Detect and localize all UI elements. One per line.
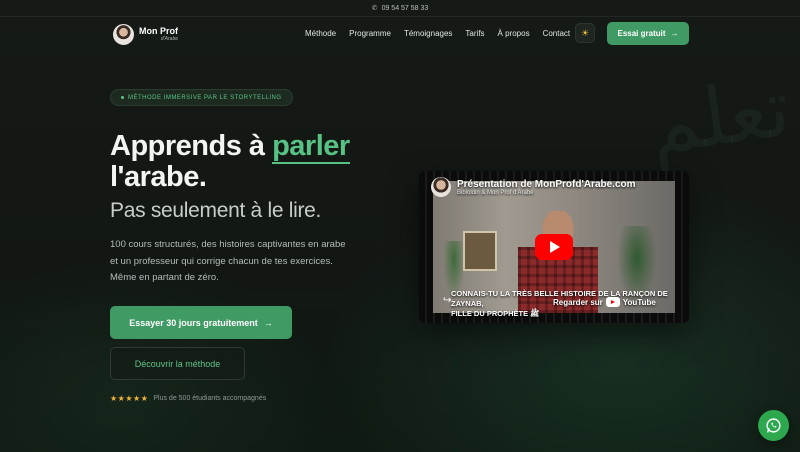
badge-label: MÉTHODE IMMERSIVE PAR LE STORYTELLING — [128, 94, 282, 101]
hero-title-part1: Apprends à — [110, 130, 273, 162]
hero-subtitle: Pas seulement à le lire. — [110, 199, 322, 222]
nav-item-a-propos[interactable]: À propos — [498, 29, 530, 38]
nav-item-methode[interactable]: Méthode — [305, 29, 336, 38]
thumbnail-shelf — [463, 231, 497, 271]
brand-avatar — [113, 24, 134, 45]
rating: ★★★★★ Plus de 500 étudiants accompagnés — [110, 394, 266, 403]
nav-item-tarifs[interactable]: Tarifs — [465, 29, 484, 38]
hero-title: Apprends à parler l'arabe. — [110, 130, 350, 193]
nav-menu: Méthode Programme Témoignages Tarifs À p… — [305, 29, 583, 38]
desc-line-2: et un professeur qui corrige chacun de t… — [110, 255, 333, 267]
brand-name: Mon Prof — [139, 26, 178, 36]
hero-title-accent: parler — [272, 130, 350, 164]
nav-item-temoignages[interactable]: Témoignages — [404, 29, 452, 38]
sun-icon: ☀ — [580, 27, 590, 38]
watch-on-youtube-button[interactable]: Regarder sur YouTube — [553, 297, 656, 307]
discover-method-button[interactable]: Découvrir la méthode — [110, 347, 245, 380]
start-trial-button[interactable]: Essayer 30 jours gratuitement → — [110, 306, 292, 339]
method-badge: MÉTHODE IMMERSIVE PAR LE STORYTELLING — [110, 89, 293, 106]
top-contact-bar: ✆ 09 54 57 58 33 — [0, 0, 800, 17]
arrow-right-icon: → — [263, 317, 273, 328]
video-player[interactable]: Présentation de MonProfd'Arabe.com Biblo… — [419, 171, 689, 323]
free-trial-button[interactable]: Essai gratuit → — [607, 22, 689, 45]
channel-avatar[interactable] — [431, 177, 451, 197]
calligraphy-decoration: ﺗﻌﻠﻢ — [643, 60, 796, 173]
arrow-right-icon: → — [670, 29, 679, 38]
share-icon[interactable]: ↪ — [443, 295, 451, 306]
play-icon — [550, 241, 560, 253]
whatsapp-icon — [766, 418, 781, 433]
desc-line-3: Même en partant de zéro. — [110, 272, 219, 283]
start-trial-label: Essayer 30 jours gratuitement — [129, 317, 258, 328]
nav-item-programme[interactable]: Programme — [349, 29, 391, 38]
star-rating-icon: ★★★★★ — [110, 394, 149, 403]
brand-subtitle: d'Arabe — [160, 36, 178, 42]
youtube-wordmark: YouTube — [622, 297, 656, 307]
main-navigation: Mon Prof d'Arabe Méthode Programme Témoi… — [0, 17, 800, 53]
hero-description: 100 cours structurés, des histoires capt… — [110, 237, 380, 287]
video-channel: Bibloldin & Mon Prof d'Arabe — [457, 189, 534, 196]
free-trial-label: Essai gratuit — [617, 29, 666, 38]
discover-method-label: Découvrir la méthode — [134, 358, 221, 369]
rating-text: Plus de 500 étudiants accompagnés — [153, 395, 267, 402]
badge-dot-icon — [121, 96, 124, 99]
theme-toggle-button[interactable]: ☀ — [575, 23, 595, 43]
nav-item-contact[interactable]: Contact — [543, 29, 571, 38]
watch-on-label: Regarder sur — [553, 297, 603, 307]
hero-title-part2: l'arabe. — [110, 161, 207, 193]
youtube-icon — [605, 297, 620, 307]
video-title[interactable]: Présentation de MonProfd'Arabe.com — [457, 179, 636, 190]
whatsapp-chat-button[interactable] — [758, 410, 789, 441]
caption-line-2: FILLE DU PROPHÈTE ﷺ — [451, 309, 540, 318]
brand-logo[interactable]: Mon Prof d'Arabe — [113, 24, 178, 45]
phone-icon: ✆ — [371, 5, 378, 12]
play-button[interactable] — [535, 234, 573, 260]
desc-line-1: 100 cours structurés, des histoires capt… — [110, 239, 346, 250]
video-header: Présentation de MonProfd'Arabe.com Biblo… — [431, 177, 681, 197]
phone-number[interactable]: 09 54 57 58 33 — [382, 5, 429, 12]
